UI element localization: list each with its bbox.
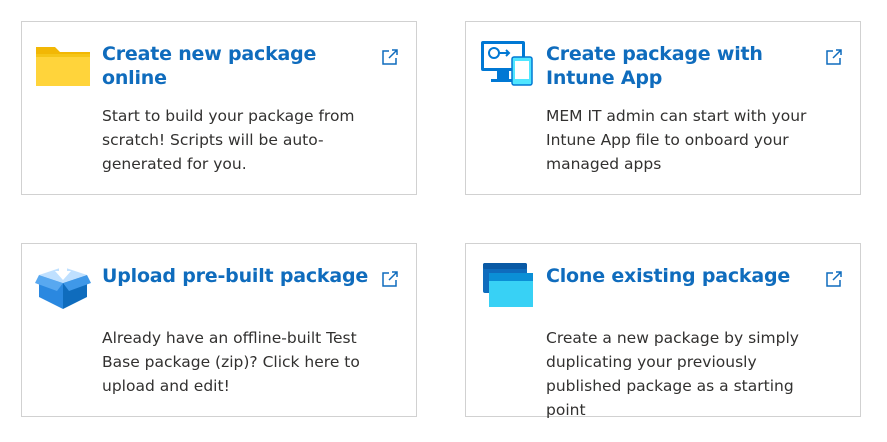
card-title: Clone existing package (546, 265, 791, 287)
upload-pre-built-package-card[interactable]: Upload pre-built package Already have an… (21, 243, 417, 417)
create-new-package-online-card[interactable]: Create new package online Start to build… (21, 21, 417, 195)
clone-existing-package-card[interactable]: Clone existing package Create a new pack… (465, 243, 861, 419)
open-external-icon[interactable] (824, 47, 844, 67)
open-external-icon[interactable] (824, 269, 844, 289)
open-external-icon[interactable] (380, 269, 400, 289)
devices-transfer-icon (481, 41, 533, 86)
clone-windows-icon (483, 263, 533, 307)
open-external-icon[interactable] (380, 47, 400, 67)
card-title: Create new package online (102, 43, 317, 89)
card-title: Upload pre-built package (102, 265, 369, 287)
card-title: Create package with Intune App (546, 43, 763, 89)
create-package-intune-app-card[interactable]: Create package with Intune App MEM IT ad… (465, 21, 861, 195)
box-upload-icon (35, 263, 91, 309)
folder-icon (36, 47, 90, 86)
card-description: MEM IT admin can start with your Intune … (546, 107, 807, 173)
card-description: Already have an offline-built Test Base … (102, 329, 360, 395)
card-description: Start to build your package from scratch… (102, 107, 355, 173)
card-description: Create a new package by simply duplicati… (546, 329, 799, 419)
